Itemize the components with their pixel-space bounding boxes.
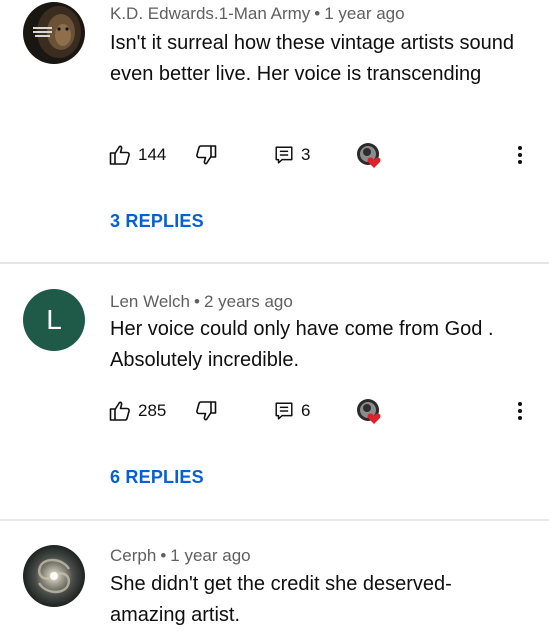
comment-thread: K.D. Edwards.1-Man Army • 1 year ago Isn't…: [0, 0, 549, 262]
meta-separator: •: [314, 4, 321, 23]
comment-meta: K.D. Edwards.1-Man Army • 1 year ago: [110, 4, 405, 24]
reply-count: 6: [301, 401, 311, 420]
comment-meta: Len Welch • 2 years ago: [110, 292, 293, 312]
creator-heart: [354, 394, 386, 428]
reply-icon: [275, 146, 293, 164]
thumbs-up-icon: [109, 145, 130, 165]
more-options-button[interactable]: [515, 138, 525, 172]
avatar[interactable]: [23, 545, 85, 607]
comment-text: She didn't get the credit she deserved- …: [110, 573, 452, 626]
thumbs-down-icon: [196, 145, 217, 165]
lion-avatar-icon: [23, 2, 85, 64]
comment-meta: Cerph • 1 year ago: [110, 546, 251, 566]
like-count: 144: [138, 145, 167, 164]
view-replies-button[interactable]: 3 REPLIES: [110, 211, 204, 232]
like-button[interactable]: 285: [108, 394, 166, 428]
more-vert-icon: [518, 402, 522, 420]
meta-separator: •: [160, 546, 167, 565]
more-options-button[interactable]: [515, 394, 525, 428]
reply-icon: [275, 402, 293, 420]
creator-heart-icon: [357, 143, 381, 168]
comment-time[interactable]: 1 year ago: [170, 546, 250, 565]
comment-actions: 144 3: [108, 138, 538, 172]
comment-time[interactable]: 1 year ago: [324, 4, 404, 23]
meta-separator: •: [194, 292, 200, 311]
avatar[interactable]: L: [23, 289, 85, 351]
comment-time[interactable]: 2 years ago: [204, 292, 293, 311]
reply-count: 3: [301, 145, 311, 164]
comments-feed: K.D. Edwards.1-Man Army • 1 year ago Isn't…: [0, 0, 549, 640]
reply-button[interactable]: 6: [273, 394, 310, 428]
comment-thread: Cerph • 1 year ago She didn't get the cred…: [0, 521, 549, 640]
comment-text: Isn't it surreal how these vintage artis…: [110, 32, 515, 85]
comment-text: Her voice could only have come from God …: [110, 318, 494, 371]
avatar[interactable]: [23, 2, 85, 64]
thumbs-down-icon: [196, 401, 217, 421]
author-name[interactable]: Len Welch: [110, 292, 190, 311]
like-count: 285: [138, 401, 167, 420]
avatar-letter: L: [46, 304, 62, 335]
more-vert-icon: [518, 146, 522, 164]
creator-heart: [354, 138, 386, 172]
dislike-button[interactable]: [194, 394, 218, 428]
reply-button[interactable]: 3: [273, 138, 310, 172]
comment-thread: L Len Welch • 2 years ago Her voice could …: [0, 264, 549, 520]
creator-heart-icon: [357, 399, 381, 424]
author-name[interactable]: K.D. Edwards.1-Man Army: [110, 4, 310, 23]
dislike-button[interactable]: [194, 138, 218, 172]
comment-actions: 285 6: [108, 394, 538, 428]
thumbs-up-icon: [109, 401, 130, 421]
like-button[interactable]: 144: [108, 138, 166, 172]
galaxy-avatar-icon: [23, 545, 85, 607]
view-replies-button[interactable]: 6 REPLIES: [110, 467, 204, 488]
author-name[interactable]: Cerph: [110, 546, 156, 565]
